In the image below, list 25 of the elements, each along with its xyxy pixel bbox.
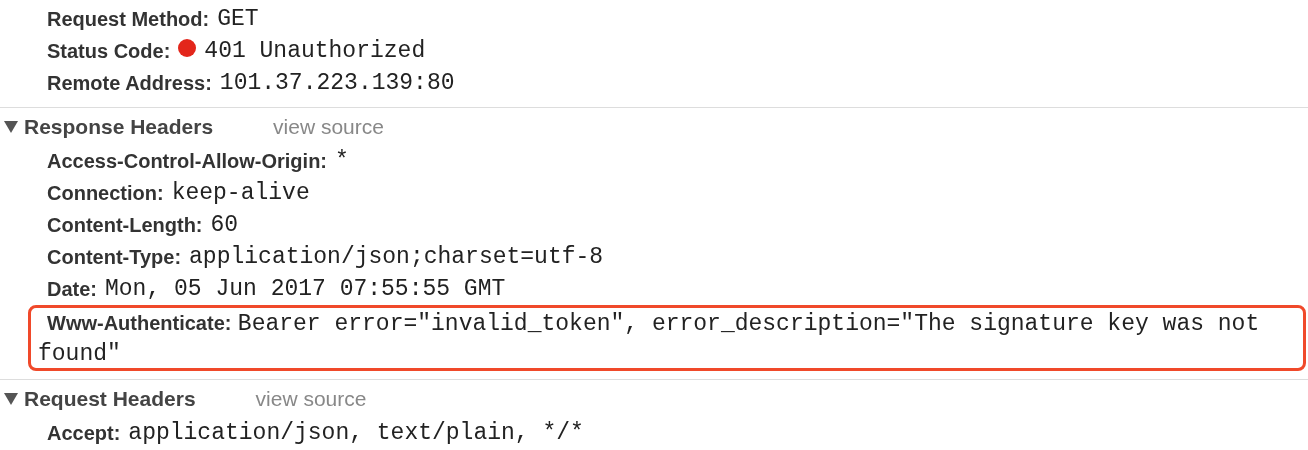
header-name: Request Method: bbox=[47, 9, 210, 29]
header-value: 101.37.223.139:80 bbox=[219, 71, 455, 95]
header-name: Connection: bbox=[47, 183, 164, 203]
header-value: application/json;charset=utf-8 bbox=[189, 245, 604, 269]
header-value: GET bbox=[217, 7, 259, 31]
view-source-link[interactable]: view source bbox=[255, 383, 367, 415]
header-name: Content-Type: bbox=[47, 247, 182, 267]
header-value: application/json, text/plain, */* bbox=[128, 421, 584, 445]
header-name: Access-Control-Allow-Origin: bbox=[47, 151, 327, 171]
header-name: Remote Address: bbox=[47, 73, 212, 93]
disclosure-triangle-icon[interactable] bbox=[4, 393, 18, 405]
header-line: Www-Authenticate: Bearer error="invalid_token", error_description="The signature key was not found" bbox=[38, 310, 1261, 368]
header-value: keep-alive bbox=[171, 181, 310, 205]
disclosure-triangle-icon[interactable] bbox=[4, 121, 18, 133]
header-value: 401 Unauthorized bbox=[204, 39, 426, 63]
view-source-link[interactable]: view source bbox=[273, 111, 384, 143]
header-value: * bbox=[335, 149, 349, 173]
section-title[interactable]: Request Headers bbox=[24, 383, 196, 415]
header-name: Date: bbox=[47, 279, 97, 299]
header-name: Content-Length: bbox=[47, 215, 203, 235]
section-title[interactable]: Response Headers bbox=[24, 111, 214, 143]
header-value: Mon, 05 Jun 2017 07:55:55 GMT bbox=[105, 277, 506, 301]
header-name: Accept: bbox=[47, 423, 121, 443]
header-name: Status Code: bbox=[47, 41, 171, 61]
header-value: 60 bbox=[210, 213, 239, 237]
